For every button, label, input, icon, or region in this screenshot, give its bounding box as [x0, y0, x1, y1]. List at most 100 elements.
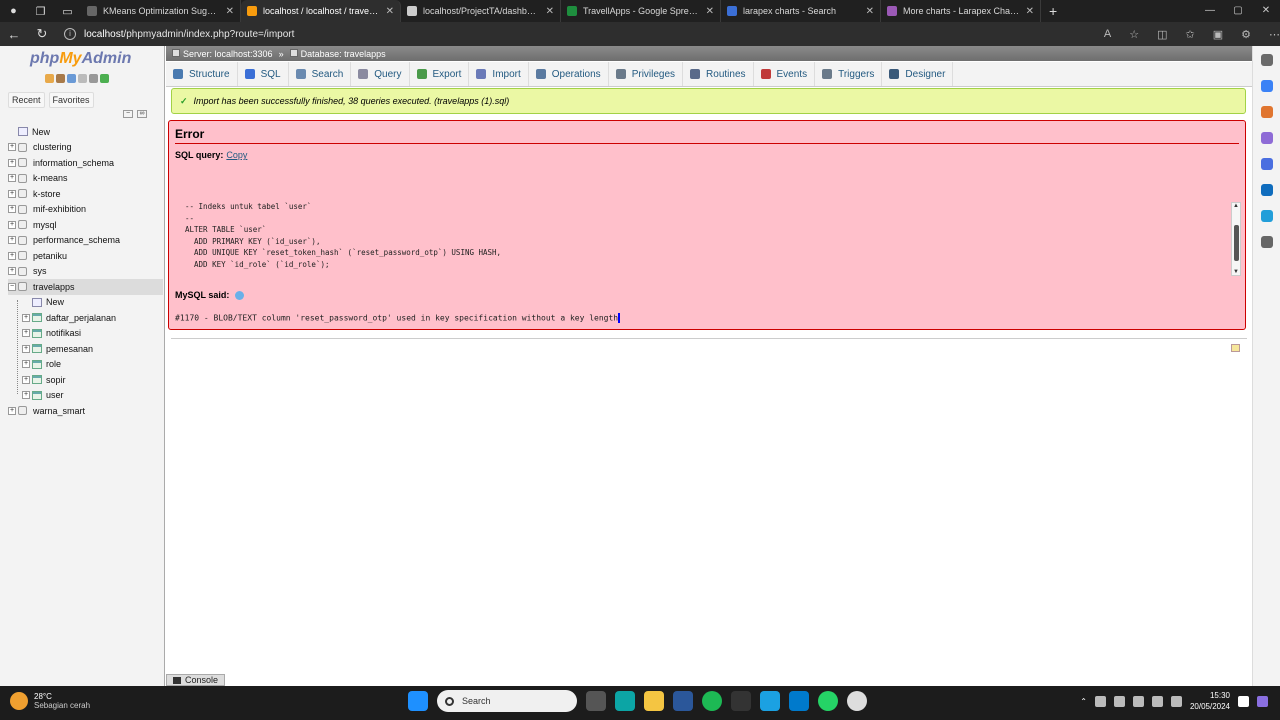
expand-icon[interactable]: + — [22, 344, 30, 353]
menu-designer[interactable]: Designer — [882, 62, 954, 86]
browser-tab[interactable]: localhost/ProjectTA/dashboard.p ✕ — [401, 0, 561, 22]
expand-icon[interactable]: + — [22, 360, 30, 369]
expand-icon[interactable]: + — [22, 375, 30, 384]
logout-icon[interactable] — [56, 74, 65, 83]
store-icon[interactable] — [760, 691, 780, 711]
office-icon[interactable] — [1260, 158, 1273, 170]
tab-favorites[interactable]: Favorites — [48, 92, 94, 108]
server-crumb[interactable]: Server: localhost:3306 — [172, 48, 273, 59]
tree-table-item[interactable]: + daftar_perjalanan — [8, 310, 163, 326]
menu-structure[interactable]: Structure — [166, 62, 238, 86]
tree-table-item[interactable]: + sopir — [8, 372, 163, 388]
expand-icon[interactable]: + — [22, 313, 30, 322]
copy-link[interactable]: Copy — [226, 150, 247, 160]
database-crumb[interactable]: Database: travelapps — [289, 48, 386, 59]
menu-routines[interactable]: Routines — [683, 62, 754, 86]
tree-database-item[interactable]: + petaniku — [8, 248, 163, 264]
battery-icon[interactable] — [1170, 695, 1182, 707]
expand-icon[interactable]: + — [8, 143, 16, 152]
split-screen-icon[interactable]: ◫ — [1157, 28, 1167, 41]
browser-tab[interactable]: TravellApps - Google Spreadshe ✕ — [561, 0, 721, 22]
tree-database-item[interactable]: + k-means — [8, 171, 163, 187]
menu-sql[interactable]: SQL — [238, 62, 289, 86]
tab-close-icon[interactable]: ✕ — [1026, 6, 1034, 17]
file-explorer-icon[interactable] — [644, 691, 664, 711]
volume-icon[interactable] — [1151, 695, 1163, 707]
taskbar-search[interactable]: Search — [437, 690, 577, 712]
minimize-button[interactable]: — — [1196, 0, 1224, 22]
weather-widget[interactable]: 28°C Sebagian cerah — [10, 692, 90, 710]
spotify-icon[interactable] — [702, 691, 722, 711]
menu-privileges[interactable]: Privileges — [609, 62, 684, 86]
tree-database-item[interactable]: + warna_smart — [8, 403, 163, 419]
tree-database-item[interactable]: + information_schema — [8, 155, 163, 171]
word-icon[interactable] — [673, 691, 693, 711]
tools-icon[interactable] — [1260, 106, 1273, 118]
tree-database-item[interactable]: + sys — [8, 264, 163, 280]
scroll-down-icon[interactable]: ▼ — [1233, 269, 1239, 275]
tree-database-item[interactable]: − travelapps — [8, 279, 163, 295]
expand-icon[interactable]: + — [8, 236, 16, 245]
print-icon[interactable] — [1231, 344, 1240, 352]
sql-code-block[interactable]: -- Indeks untuk tabel `user` -- ALTER TABL… — [175, 201, 1235, 277]
tree-new-item[interactable]: New — [8, 124, 163, 140]
expand-icon[interactable]: + — [8, 158, 16, 167]
edge-icon[interactable] — [615, 691, 635, 711]
expand-icon[interactable]: + — [22, 391, 30, 400]
add-icon[interactable] — [1260, 236, 1273, 248]
maximize-button[interactable]: ▢ — [1224, 0, 1252, 22]
menu-export[interactable]: Export — [410, 62, 470, 86]
search-icon[interactable] — [1260, 54, 1273, 66]
tree-database-item[interactable]: + k-store — [8, 186, 163, 202]
tab-close-icon[interactable]: ✕ — [226, 6, 234, 17]
expand-icon[interactable]: + — [8, 251, 16, 260]
tree-table-item[interactable]: + notifikasi — [8, 326, 163, 342]
menu-events[interactable]: Events — [754, 62, 816, 86]
tab-close-icon[interactable]: ✕ — [866, 6, 874, 17]
menu-import[interactable]: Import — [469, 62, 529, 86]
collections-icon[interactable]: ▣ — [1213, 28, 1223, 41]
error-message[interactable]: #1170 - BLOB/TEXT column 'reset_password… — [175, 313, 621, 323]
app-icon[interactable] — [847, 691, 867, 711]
expand-icon[interactable]: + — [8, 220, 16, 229]
gear-icon[interactable] — [89, 74, 98, 83]
onedrive-icon[interactable] — [1094, 695, 1106, 707]
wifi-icon[interactable] — [1132, 695, 1144, 707]
whatsapp-icon[interactable] — [818, 691, 838, 711]
tree-database-item[interactable]: + performance_schema — [8, 233, 163, 249]
menu-search[interactable]: Search — [289, 62, 352, 86]
phpmyadmin-logo[interactable]: phpMyAdmin — [30, 50, 131, 68]
sync-icon[interactable] — [1113, 695, 1125, 707]
expand-icon[interactable]: + — [8, 406, 16, 415]
browser-tab[interactable]: larapex charts - Search ✕ — [721, 0, 881, 22]
notification-icon[interactable] — [1238, 695, 1249, 707]
menu-triggers[interactable]: Triggers — [815, 62, 883, 86]
tree-database-item[interactable]: + mif-exhibition — [8, 202, 163, 218]
tree-new-item[interactable]: New — [8, 295, 163, 311]
expand-icon[interactable]: + — [8, 205, 16, 214]
back-button[interactable]: ← — [0, 27, 28, 42]
browser-tab[interactable]: More charts - Larapex Charts ✕ — [881, 0, 1041, 22]
menu-operations[interactable]: Operations — [529, 62, 609, 86]
help-icon[interactable] — [235, 290, 245, 300]
expand-icon[interactable]: + — [8, 189, 16, 198]
collapse-icon[interactable]: − — [8, 282, 16, 291]
link-panel-icon[interactable]: ∞ — [137, 110, 147, 118]
terminal-icon[interactable] — [731, 691, 751, 711]
workspaces-icon[interactable]: ❐ — [27, 0, 54, 22]
tab-actions-icon[interactable]: ▭ — [54, 0, 81, 22]
chevron-up-icon[interactable]: ⌃ — [1080, 697, 1087, 706]
read-aloud-icon[interactable]: A — [1104, 28, 1111, 41]
more-menu-icon[interactable]: ⋯ — [1269, 28, 1280, 41]
extensions-icon[interactable]: ⚙ — [1241, 28, 1251, 41]
tab-close-icon[interactable]: ✕ — [546, 6, 554, 17]
profile-icon[interactable]: ● — [0, 0, 27, 22]
vscode-icon[interactable] — [789, 691, 809, 711]
scroll-thumb[interactable] — [1234, 225, 1239, 261]
tree-table-item[interactable]: + role — [8, 357, 163, 373]
url-field[interactable]: i localhost/phpmyadmin/index.php?route=/… — [64, 24, 1084, 44]
docs-icon[interactable] — [67, 74, 76, 83]
site-info-icon[interactable]: i — [64, 28, 76, 40]
expand-icon[interactable]: + — [8, 267, 16, 276]
games-icon[interactable] — [1260, 132, 1273, 144]
